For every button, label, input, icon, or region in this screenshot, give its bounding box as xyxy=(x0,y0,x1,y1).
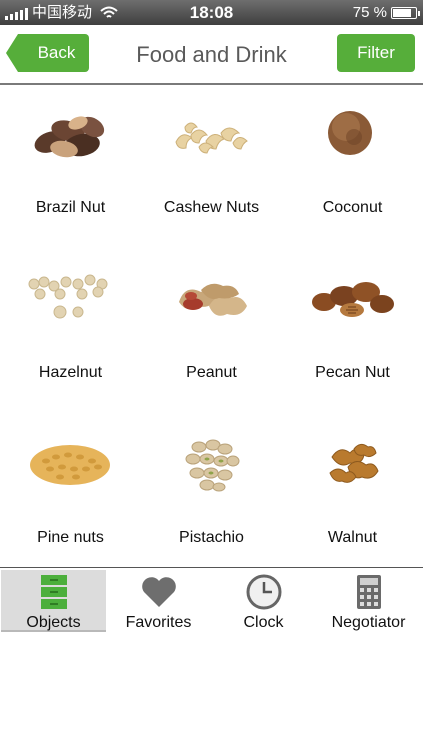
grid-item-peanut[interactable]: Peanut xyxy=(141,250,282,415)
item-label: Cashew Nuts xyxy=(163,199,260,216)
status-bar-right: 75 % xyxy=(352,0,420,25)
item-label: Peanut xyxy=(186,364,237,381)
heart-icon xyxy=(142,577,176,607)
grid-item-coconut[interactable]: Coconut xyxy=(282,85,423,250)
cashew-nuts-image xyxy=(175,122,248,154)
walnut-image xyxy=(329,443,379,483)
item-label: Pecan Nut xyxy=(315,364,390,381)
battery-icon xyxy=(391,6,420,19)
item-grid: Brazil Nut Cashew Nuts Coconut Hazelnut … xyxy=(0,85,423,567)
navigation-bar: Back Food and Drink Filter xyxy=(0,25,423,85)
item-label: Pistachio xyxy=(179,529,244,546)
battery-percent: 75 % xyxy=(352,4,387,21)
item-label: Walnut xyxy=(327,529,378,546)
tab-label: Favorites xyxy=(125,614,192,631)
grid-item-walnut[interactable]: Walnut xyxy=(282,415,423,580)
pine-nuts-image xyxy=(30,445,110,485)
grid-item-pine-nuts[interactable]: Pine nuts xyxy=(0,415,141,580)
brazil-nut-image xyxy=(34,116,105,158)
tab-clock[interactable]: Clock xyxy=(211,570,316,631)
item-label: Pine nuts xyxy=(37,529,104,546)
grid-item-pistachio[interactable]: Pistachio xyxy=(141,415,282,580)
tab-label: Negotiator xyxy=(331,614,406,631)
filter-button[interactable]: Filter xyxy=(337,34,415,72)
peanut-image xyxy=(179,283,247,316)
item-label: Coconut xyxy=(322,199,383,216)
tab-label: Objects xyxy=(26,614,81,631)
coconut-image xyxy=(328,111,372,155)
tab-favorites[interactable]: Favorites xyxy=(106,570,211,631)
calculator-icon xyxy=(357,575,381,609)
item-label: Brazil Nut xyxy=(35,199,106,216)
battery-level xyxy=(393,8,411,17)
status-bar: 中国移动 18:08 75 % xyxy=(0,0,423,25)
hazelnut-image xyxy=(28,274,108,319)
pecan-nut-image xyxy=(312,282,394,317)
tab-label: Clock xyxy=(243,614,284,631)
tab-bar: Objects Favorites Clock Negotiator xyxy=(0,567,423,634)
grid-item-pecan-nut[interactable]: Pecan Nut xyxy=(282,250,423,415)
item-label: Hazelnut xyxy=(38,364,103,381)
tab-objects[interactable]: Objects xyxy=(1,570,106,632)
grid-item-hazelnut[interactable]: Hazelnut xyxy=(0,250,141,415)
grid-item-cashew-nuts[interactable]: Cashew Nuts xyxy=(141,85,282,250)
grid-item-brazil-nut[interactable]: Brazil Nut xyxy=(0,85,141,250)
tab-negotiator[interactable]: Negotiator xyxy=(316,570,421,631)
clock-icon xyxy=(246,574,282,610)
drawers-icon xyxy=(41,575,67,609)
pistachio-image xyxy=(185,439,240,492)
